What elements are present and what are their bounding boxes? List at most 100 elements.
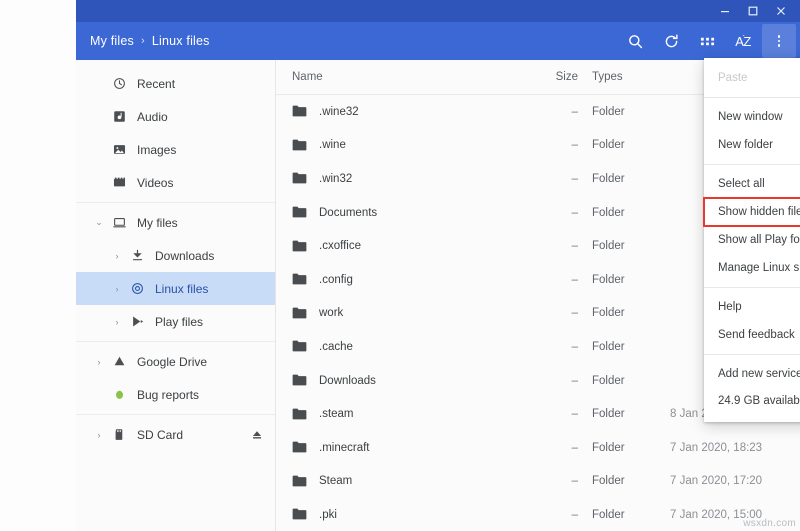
menu-item-label: New folder bbox=[718, 139, 773, 151]
menu-item-manage-linux-sharing[interactable]: Manage Linux sharing bbox=[704, 254, 800, 282]
toolbar-actions: · AZ bbox=[618, 24, 800, 58]
chevron-right-icon[interactable]: › bbox=[108, 317, 126, 327]
breadcrumb-current[interactable]: Linux files bbox=[152, 34, 210, 48]
sd-card-icon bbox=[108, 428, 130, 441]
eject-icon[interactable] bbox=[251, 429, 263, 441]
menu-item-show-hidden-files[interactable]: Show hidden files✓ bbox=[703, 197, 800, 227]
sidebar-item-videos[interactable]: › Videos bbox=[76, 166, 275, 199]
file-name-cell: .config bbox=[276, 273, 514, 286]
sidebar-item-linux-files[interactable]: › Linux files bbox=[76, 272, 275, 305]
table-row[interactable]: .pki – Folder 7 Jan 2020, 15:00 bbox=[276, 498, 800, 531]
column-header-types[interactable]: Types bbox=[578, 71, 654, 83]
sort-accent-icon: · bbox=[742, 29, 745, 40]
menu-item-new-window[interactable]: New windowCtrl+N bbox=[704, 103, 800, 131]
menu-item-label: Paste bbox=[718, 72, 748, 84]
file-size-cell: – bbox=[571, 475, 578, 488]
window-controls bbox=[718, 0, 796, 22]
file-name-cell: .steam bbox=[276, 408, 514, 421]
file-name-label: .wine bbox=[319, 139, 346, 152]
folder-icon bbox=[292, 173, 307, 184]
chevron-right-icon[interactable]: › bbox=[108, 251, 126, 261]
file-type-cell: Folder bbox=[592, 475, 625, 488]
file-type-cell: Folder bbox=[592, 374, 625, 387]
breadcrumb-root[interactable]: My files bbox=[90, 34, 134, 48]
file-name-cell: .win32 bbox=[276, 172, 514, 185]
sidebar-item-bug-reports[interactable]: › Bug reports bbox=[76, 378, 275, 411]
chevron-right-icon[interactable]: › bbox=[90, 430, 108, 440]
file-size-cell: – bbox=[571, 441, 578, 454]
menu-item-label: Help bbox=[718, 301, 742, 313]
grid-view-icon[interactable] bbox=[690, 24, 724, 58]
play-store-icon bbox=[126, 315, 148, 328]
sidebar-item-label: Audio bbox=[137, 109, 168, 124]
sidebar: › Recent › Audio › bbox=[76, 60, 276, 531]
file-name-label: Documents bbox=[319, 206, 378, 219]
sidebar-item-label: Recent bbox=[137, 76, 176, 91]
more-vertical-icon[interactable] bbox=[762, 24, 796, 58]
menu-item-add-new-service[interactable]: Add new service▶ bbox=[704, 360, 800, 388]
sidebar-item-label: Play files bbox=[155, 314, 204, 329]
file-size-cell: – bbox=[571, 408, 578, 421]
menu-item-send-feedback[interactable]: Send feedback bbox=[704, 321, 800, 349]
folder-icon bbox=[292, 374, 307, 386]
file-type-cell: Folder bbox=[592, 441, 625, 454]
file-name-cell: .pki bbox=[276, 508, 514, 521]
sidebar-item-play-files[interactable]: › Play files bbox=[76, 305, 275, 338]
column-header-name[interactable]: Name bbox=[276, 71, 514, 83]
storage-indicator: 24.9 GB available bbox=[704, 388, 800, 414]
file-size-cell: – bbox=[571, 508, 578, 521]
file-name-cell: .wine bbox=[276, 139, 514, 152]
file-name-label: .config bbox=[319, 273, 353, 286]
folder-icon bbox=[292, 240, 307, 252]
refresh-icon[interactable] bbox=[654, 24, 688, 58]
watermark: wsxdn.com bbox=[743, 518, 796, 529]
column-header-size[interactable]: Size bbox=[514, 71, 578, 83]
sidebar-item-recent[interactable]: › Recent bbox=[76, 67, 275, 100]
sort-az-icon[interactable]: · AZ bbox=[726, 24, 760, 58]
folder-icon bbox=[292, 105, 307, 117]
menu-item-label: Manage Linux sharing bbox=[718, 262, 800, 274]
sidebar-item-label: Linux files bbox=[155, 281, 209, 296]
file-type-cell: Folder bbox=[592, 206, 625, 219]
file-size-cell: – bbox=[571, 340, 578, 353]
folder-icon bbox=[292, 273, 307, 285]
file-name-label: .cxoffice bbox=[319, 240, 361, 253]
sidebar-item-sd-card[interactable]: › SD Card bbox=[76, 418, 275, 451]
sidebar-item-images[interactable]: › Images bbox=[76, 133, 275, 166]
sidebar-item-audio[interactable]: › Audio bbox=[76, 100, 275, 133]
maximize-icon[interactable] bbox=[746, 4, 760, 18]
menu-item-new-folder[interactable]: New folderCtrl+E bbox=[704, 131, 800, 159]
folder-icon bbox=[292, 307, 307, 319]
minimize-icon[interactable] bbox=[718, 4, 732, 18]
sidebar-item-downloads[interactable]: › Downloads bbox=[76, 239, 275, 272]
file-date-cell: 7 Jan 2020, 18:23 bbox=[670, 441, 763, 454]
sidebar-item-google-drive[interactable]: › Google Drive bbox=[76, 345, 275, 378]
close-icon[interactable] bbox=[774, 4, 788, 18]
chevron-right-icon[interactable]: › bbox=[108, 284, 126, 294]
file-name-label: .minecraft bbox=[319, 441, 370, 454]
file-name-label: .cache bbox=[319, 340, 353, 353]
file-name-cell: .minecraft bbox=[276, 441, 514, 454]
file-date-cell: 7 Jan 2020, 17:20 bbox=[670, 475, 763, 488]
table-row[interactable]: .minecraft – Folder 7 Jan 2020, 18:23 bbox=[276, 431, 800, 465]
table-row[interactable]: Steam – Folder 7 Jan 2020, 17:20 bbox=[276, 465, 800, 499]
app-content: › Recent › Audio › bbox=[76, 60, 800, 531]
file-size-cell: – bbox=[571, 105, 578, 118]
file-name-label: .steam bbox=[319, 408, 354, 421]
chevron-right-icon[interactable]: › bbox=[90, 357, 108, 367]
menu-item-select-all[interactable]: Select allCtrl+A bbox=[704, 170, 800, 198]
menu-separator bbox=[704, 97, 800, 98]
chevron-down-icon[interactable]: ⌄ bbox=[90, 217, 108, 228]
menu-item-show-all-play-folders[interactable]: Show all Play folders bbox=[704, 226, 800, 254]
app-toolbar: My files › Linux files · AZ bbox=[76, 22, 800, 60]
sidebar-item-my-files[interactable]: ⌄ My files bbox=[76, 206, 275, 239]
file-type-cell: Folder bbox=[592, 307, 625, 320]
bug-report-icon bbox=[108, 388, 130, 401]
menu-item-help[interactable]: Help bbox=[704, 293, 800, 321]
file-size-cell: – bbox=[571, 307, 578, 320]
menu-separator bbox=[704, 164, 800, 165]
search-icon[interactable] bbox=[618, 24, 652, 58]
menu-item-paste: PasteCtrl+V bbox=[704, 64, 800, 92]
sidebar-group-cloud: › Google Drive › Bug reports bbox=[76, 341, 275, 414]
sidebar-item-label: Videos bbox=[137, 175, 174, 190]
